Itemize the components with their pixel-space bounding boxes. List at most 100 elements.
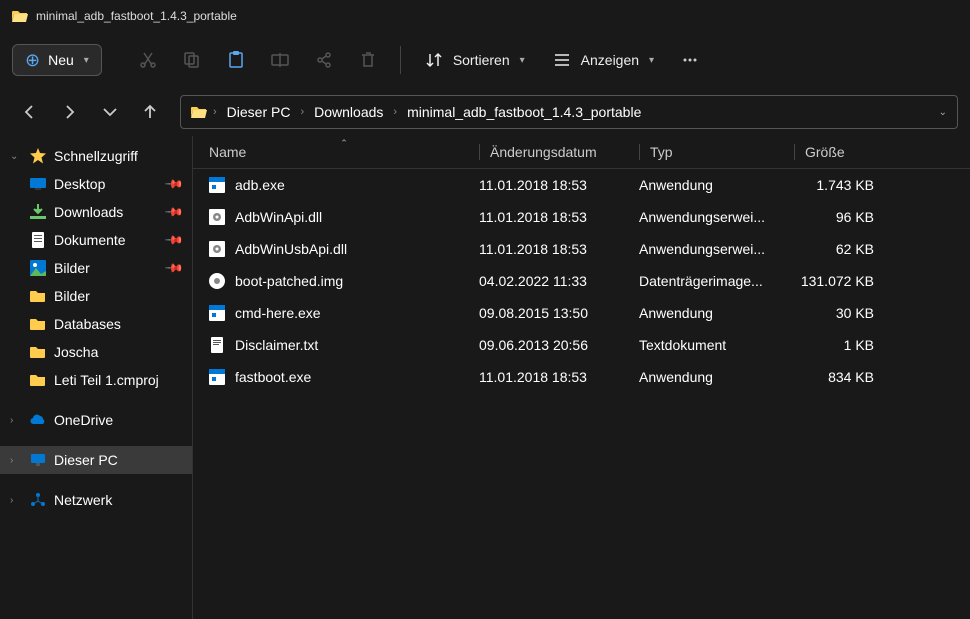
file-row[interactable]: boot-patched.img 04.02.2022 11:33 Datent…	[193, 265, 970, 297]
folder-icon	[30, 372, 46, 388]
breadcrumb-item[interactable]: Downloads	[310, 102, 387, 122]
expand-icon[interactable]: ⌄	[10, 151, 22, 162]
file-size: 62 KB	[794, 241, 894, 257]
file-list: ⌃ Name Änderungsdatum Typ Größe adb.exe …	[193, 136, 970, 619]
rename-button[interactable]	[262, 42, 298, 78]
sidebar-item[interactable]: Bilder	[0, 282, 192, 310]
file-row[interactable]: adb.exe 11.01.2018 18:53 Anwendung 1.743…	[193, 169, 970, 201]
pin-icon: 📌	[164, 258, 184, 278]
breadcrumb-item[interactable]: Dieser PC	[223, 102, 295, 122]
file-name: Disclaimer.txt	[235, 337, 318, 353]
breadcrumb-separator: ›	[391, 106, 399, 118]
file-date: 09.08.2015 13:50	[479, 305, 639, 321]
file-name: AdbWinApi.dll	[235, 209, 322, 225]
copy-button[interactable]	[174, 42, 210, 78]
sidebar-label: Schnellzugriff	[54, 148, 182, 164]
expand-icon[interactable]: ›	[10, 415, 22, 426]
sort-icon	[425, 51, 443, 69]
file-size: 30 KB	[794, 305, 894, 321]
sidebar-item[interactable]: Dokumente 📌	[0, 226, 192, 254]
document-icon	[30, 232, 46, 248]
sidebar-item[interactable]: Leti Teil 1.cmproj	[0, 366, 192, 394]
file-size: 834 KB	[794, 369, 894, 385]
delete-button[interactable]	[350, 42, 386, 78]
more-button[interactable]	[672, 42, 708, 78]
sidebar-label: Joscha	[54, 344, 182, 360]
file-row[interactable]: AdbWinApi.dll 11.01.2018 18:53 Anwendung…	[193, 201, 970, 233]
sidebar-item[interactable]: Joscha	[0, 338, 192, 366]
file-icon	[209, 337, 225, 353]
network-icon	[30, 492, 46, 508]
sidebar-label: Bilder	[54, 260, 159, 276]
sidebar-label: Dokumente	[54, 232, 159, 248]
folder-icon	[191, 104, 207, 120]
chevron-down-icon[interactable]: ⌄	[939, 107, 947, 118]
sort-button[interactable]: Sortieren ▾	[415, 45, 535, 75]
chevron-down-icon: ▾	[520, 55, 525, 66]
file-size: 131.072 KB	[794, 273, 894, 289]
download-icon	[30, 204, 46, 220]
file-row[interactable]: Disclaimer.txt 09.06.2013 20:56 Textdoku…	[193, 329, 970, 361]
up-button[interactable]	[132, 94, 168, 130]
file-icon	[209, 177, 225, 193]
column-header-name[interactable]: ⌃ Name	[209, 144, 479, 160]
file-date: 11.01.2018 18:53	[479, 241, 639, 257]
file-name: AdbWinUsbApi.dll	[235, 241, 347, 257]
view-button[interactable]: Anzeigen ▾	[543, 45, 664, 75]
chevron-down-icon: ▾	[649, 55, 654, 66]
file-date: 11.01.2018 18:53	[479, 177, 639, 193]
recent-dropdown[interactable]	[92, 94, 128, 130]
expand-icon[interactable]: ›	[10, 455, 22, 466]
folder-icon	[30, 288, 46, 304]
plus-icon: ⊕	[25, 51, 40, 69]
new-button-label: Neu	[48, 52, 74, 68]
sidebar-item[interactable]: Desktop 📌	[0, 170, 192, 198]
sidebar-item[interactable]: Databases	[0, 310, 192, 338]
toolbar: ⊕ Neu ▾ Sortieren ▾ Anzeigen ▾	[0, 32, 970, 88]
column-header-size[interactable]: Größe	[794, 144, 894, 160]
file-icon	[209, 241, 225, 257]
sidebar-item-this-pc[interactable]: › Dieser PC	[0, 446, 192, 474]
file-row[interactable]: cmd-here.exe 09.08.2015 13:50 Anwendung …	[193, 297, 970, 329]
sidebar-label: Bilder	[54, 288, 182, 304]
breadcrumb-item[interactable]: minimal_adb_fastboot_1.4.3_portable	[403, 102, 645, 122]
file-icon	[209, 209, 225, 225]
column-header-date[interactable]: Änderungsdatum	[479, 144, 639, 160]
new-button[interactable]: ⊕ Neu ▾	[12, 44, 102, 76]
column-header-type[interactable]: Typ	[639, 144, 794, 160]
title-bar: minimal_adb_fastboot_1.4.3_portable	[0, 0, 970, 32]
pin-icon: 📌	[164, 174, 184, 194]
file-date: 09.06.2013 20:56	[479, 337, 639, 353]
sidebar-item-network[interactable]: › Netzwerk	[0, 486, 192, 514]
sidebar-label: Databases	[54, 316, 182, 332]
cut-button[interactable]	[130, 42, 166, 78]
file-row[interactable]: AdbWinUsbApi.dll 11.01.2018 18:53 Anwend…	[193, 233, 970, 265]
navigation-bar: › Dieser PC › Downloads › minimal_adb_fa…	[0, 88, 970, 136]
back-button[interactable]	[12, 94, 48, 130]
share-button[interactable]	[306, 42, 342, 78]
sidebar-item-onedrive[interactable]: › OneDrive	[0, 406, 192, 434]
expand-icon[interactable]: ›	[10, 495, 22, 506]
file-type: Anwendung	[639, 305, 794, 321]
chevron-down-icon: ▾	[84, 55, 89, 66]
sidebar-item[interactable]: Downloads 📌	[0, 198, 192, 226]
sidebar-label: Downloads	[54, 204, 159, 220]
address-bar[interactable]: › Dieser PC › Downloads › minimal_adb_fa…	[180, 95, 958, 129]
pin-icon: 📌	[164, 230, 184, 250]
file-name: adb.exe	[235, 177, 285, 193]
file-date: 11.01.2018 18:53	[479, 369, 639, 385]
sidebar-item-quick-access[interactable]: ⌄ Schnellzugriff	[0, 142, 192, 170]
star-icon	[30, 148, 46, 164]
view-label: Anzeigen	[581, 52, 639, 68]
file-size: 1 KB	[794, 337, 894, 353]
paste-button[interactable]	[218, 42, 254, 78]
file-size: 1.743 KB	[794, 177, 894, 193]
window-title: minimal_adb_fastboot_1.4.3_portable	[36, 9, 237, 23]
sidebar-item[interactable]: Bilder 📌	[0, 254, 192, 282]
view-icon	[553, 51, 571, 69]
file-date: 11.01.2018 18:53	[479, 209, 639, 225]
file-row[interactable]: fastboot.exe 11.01.2018 18:53 Anwendung …	[193, 361, 970, 393]
forward-button[interactable]	[52, 94, 88, 130]
navigation-pane: ⌄ Schnellzugriff Desktop 📌 Downloads 📌 D…	[0, 136, 193, 619]
sidebar-label: Dieser PC	[54, 452, 182, 468]
